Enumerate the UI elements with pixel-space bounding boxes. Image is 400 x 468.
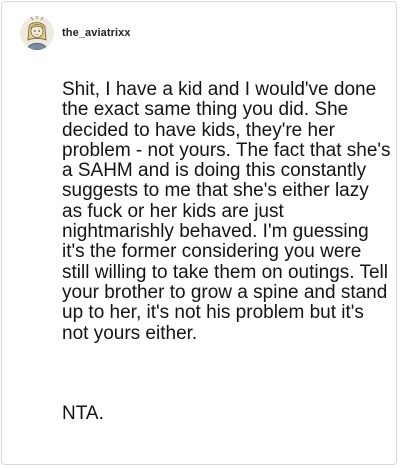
avatar-illustration-icon bbox=[20, 16, 54, 50]
comment-body: Shit, I have a kid and I would've done t… bbox=[62, 79, 392, 344]
comment-header: the_aviatrixx bbox=[20, 16, 131, 50]
comment-text: Shit, I have a kid and I would've done t… bbox=[62, 79, 391, 344]
comment-card: the_aviatrixx Shit, I have a kid and I w… bbox=[1, 1, 397, 465]
username[interactable]: the_aviatrixx bbox=[62, 27, 131, 39]
avatar[interactable] bbox=[20, 16, 54, 50]
comment-verdict: NTA. bbox=[62, 403, 104, 424]
